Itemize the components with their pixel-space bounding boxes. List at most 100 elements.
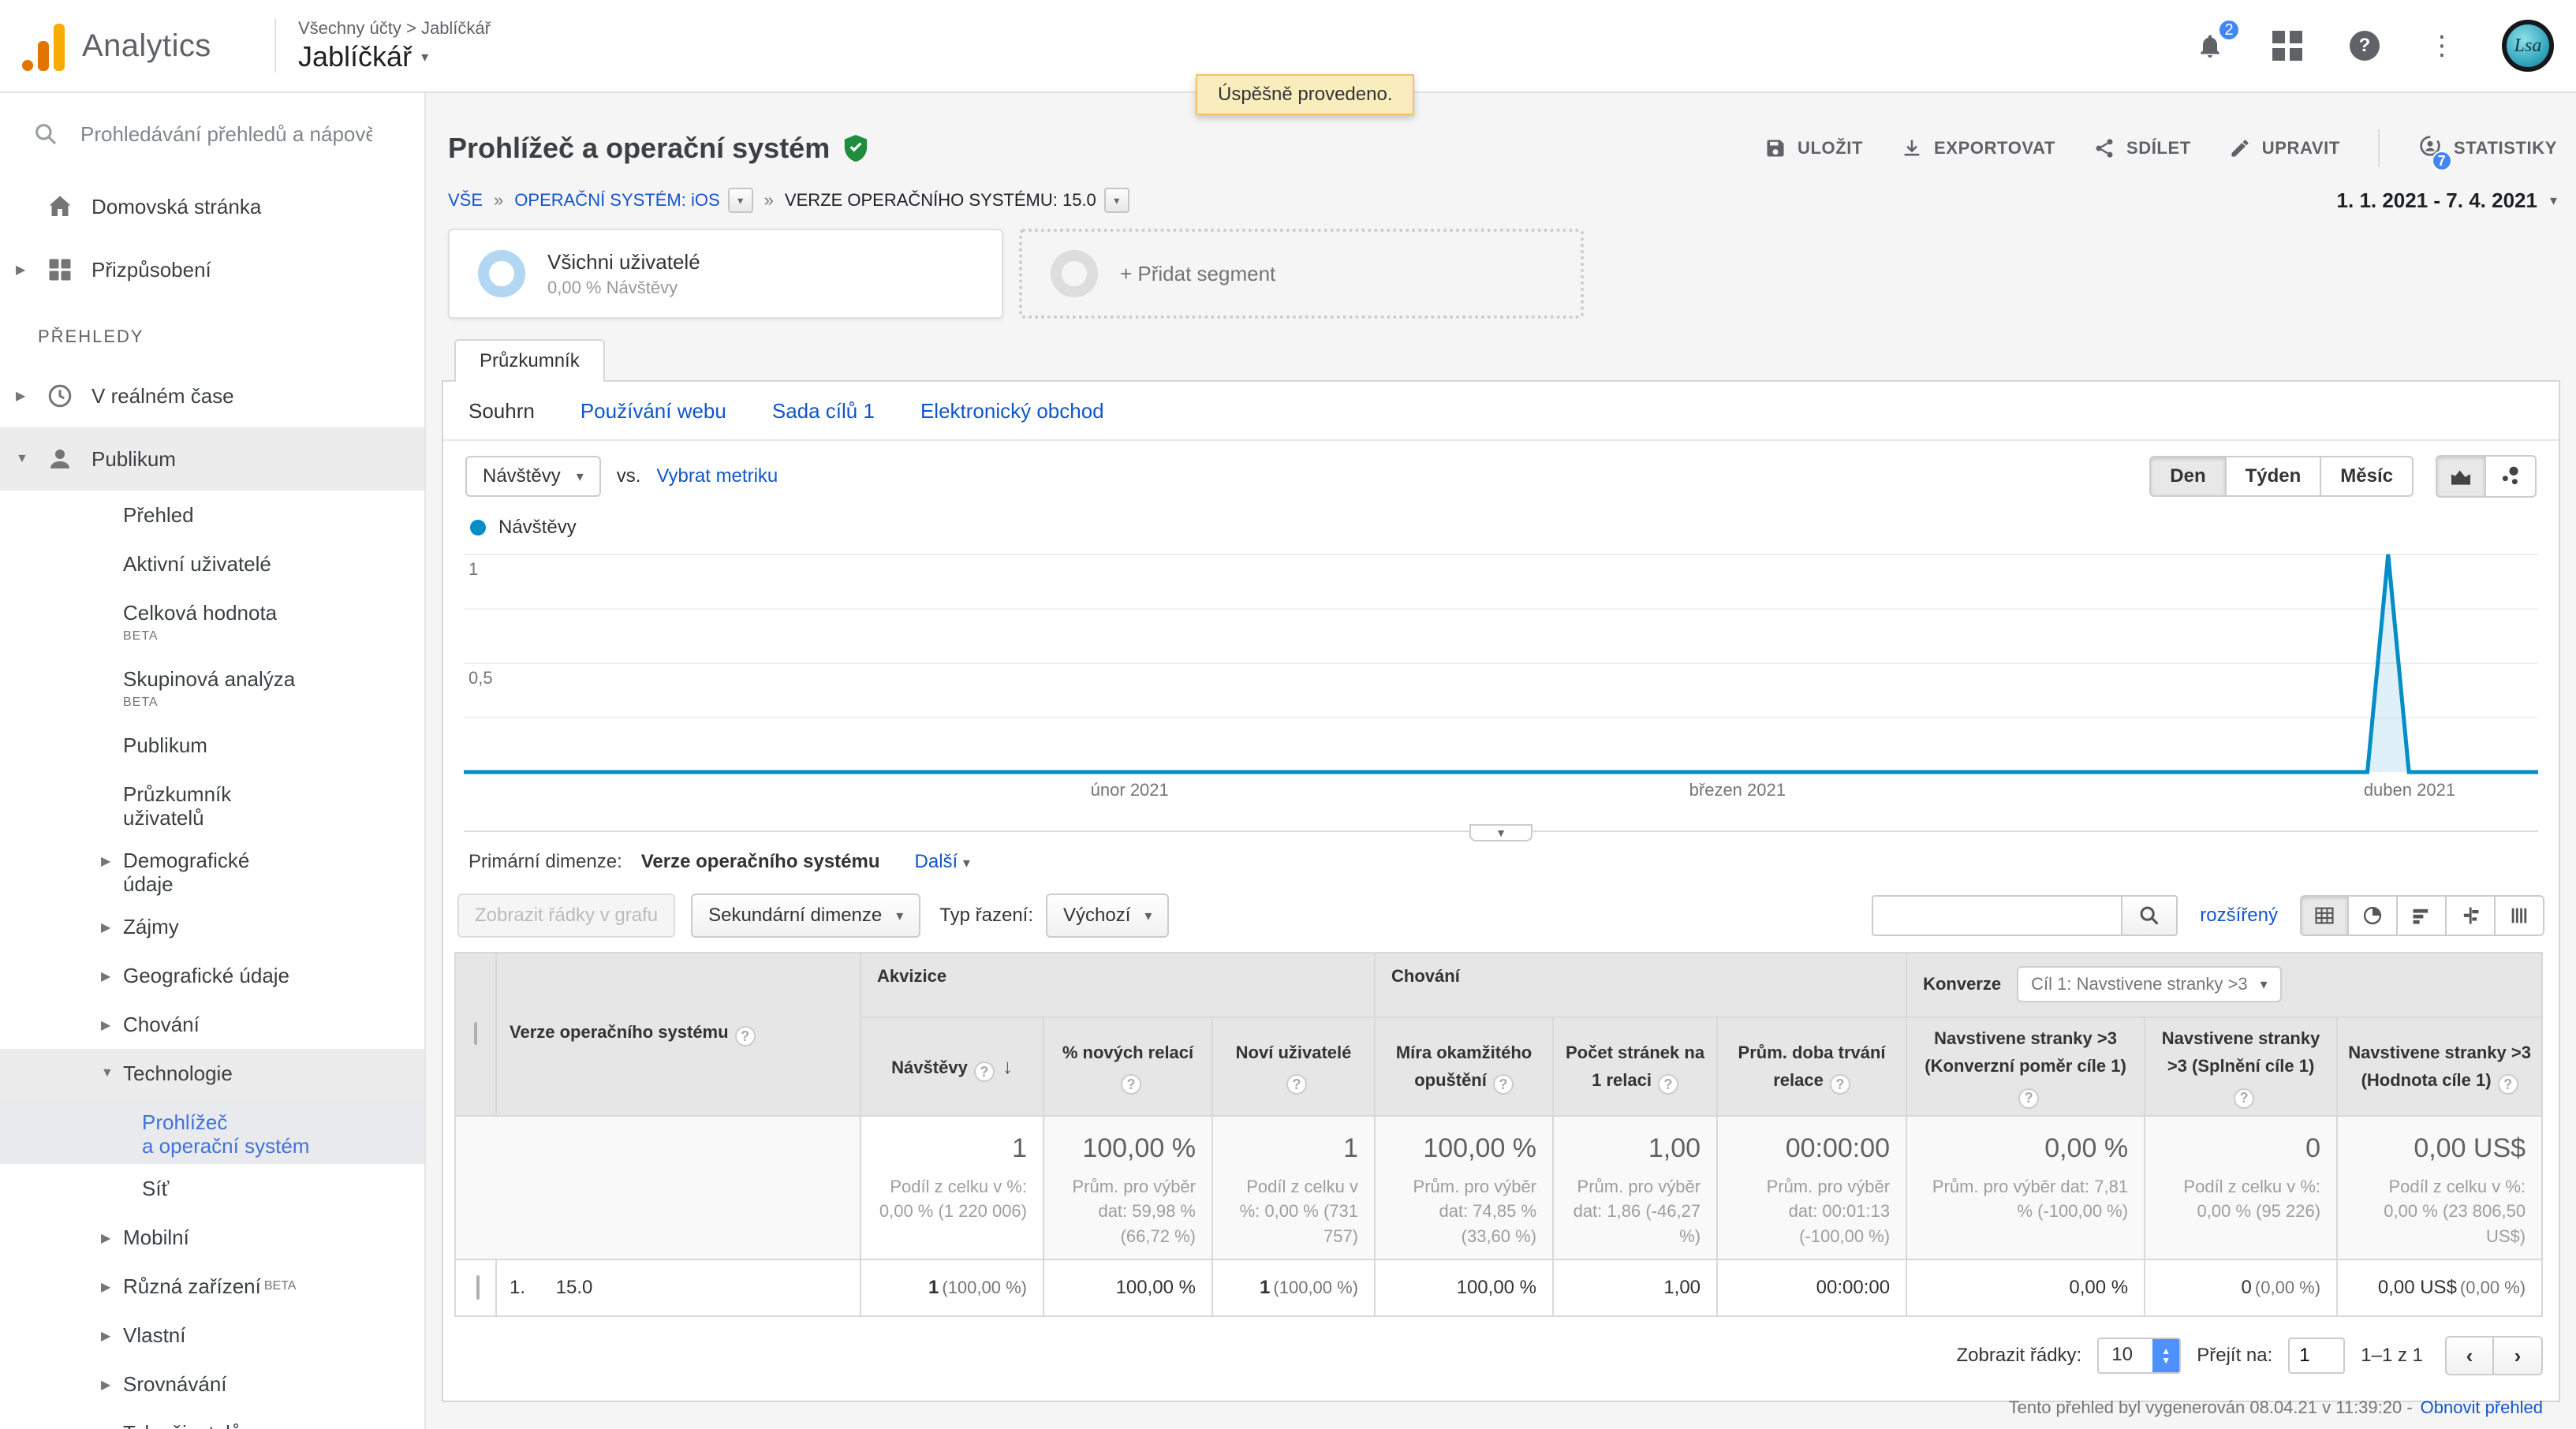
breadcrumb-all-accounts[interactable]: Všechny účty [298, 18, 401, 38]
help-button[interactable]: ? [2347, 28, 2382, 63]
expand-arrow-icon[interactable]: ▶ [101, 920, 110, 935]
sidebar-item-cross-device[interactable]: ▶ Různá zařízeníBETA [0, 1262, 424, 1311]
comparison-view-button[interactable] [2447, 895, 2496, 936]
help-icon[interactable]: ? [2234, 1088, 2254, 1109]
col-header-new-sessions[interactable]: % nových relací? [1043, 1017, 1212, 1116]
data-view-button[interactable] [2300, 895, 2349, 936]
insights-button[interactable]: 7 STATISTIKY [2417, 133, 2557, 163]
drill-os-dropdown[interactable]: ▾ [728, 188, 753, 213]
primary-dimension-value[interactable]: Verze operačního systému [641, 851, 880, 873]
dimension-value[interactable]: 15.0 [556, 1277, 593, 1298]
subtab-ecommerce[interactable]: Elektronický obchod [920, 399, 1104, 423]
sidebar-item-demographics[interactable]: ▶ Demografické údaje [0, 836, 424, 902]
sidebar-item-overview[interactable]: Přehled [0, 491, 424, 539]
refresh-report-link[interactable]: Obnovit přehled [2421, 1397, 2543, 1418]
granularity-month[interactable]: Měsíc [2321, 456, 2414, 497]
help-icon[interactable]: ? [1830, 1074, 1850, 1095]
sidebar-item-cohort-analysis[interactable]: Skupinová analýzaBETA [0, 655, 424, 721]
export-button[interactable]: EXPORTOVAT [1901, 137, 2055, 159]
share-button[interactable]: SDÍLET [2093, 137, 2191, 159]
col-header-visits[interactable]: Návštěvy?↓ [861, 1017, 1043, 1116]
col-header-goal-value[interactable]: Navstivene stranky >3 (Hodnota cíle 1)? [2337, 1017, 2542, 1116]
percentage-view-button[interactable] [2349, 895, 2398, 936]
collapse-arrow-icon[interactable]: ▼ [16, 452, 28, 466]
sort-type-select[interactable]: Výchozí ▾ [1046, 894, 1169, 938]
secondary-dimension-button[interactable]: Sekundární dimenze ▾ [691, 894, 920, 938]
sidebar-item-browser-os[interactable]: Prohlížeč a operační systém [0, 1098, 424, 1164]
expand-arrow-icon[interactable]: ▶ [101, 1279, 110, 1295]
help-icon[interactable]: ? [1286, 1074, 1307, 1095]
drill-os-link[interactable]: OPERAČNÍ SYSTÉM: iOS [514, 190, 719, 211]
help-icon[interactable]: ? [1658, 1074, 1678, 1095]
col-header-bounce-rate[interactable]: Míra okamžitého opuštění? [1375, 1017, 1553, 1116]
sidebar-item-audience[interactable]: ▼ Publikum [0, 427, 424, 491]
subtab-site-usage[interactable]: Používání webu [581, 399, 726, 423]
col-header-avg-duration[interactable]: Prům. doba trvání relace? [1717, 1017, 1906, 1116]
sidebar-item-realtime[interactable]: ▶ V reálném čase [0, 364, 424, 427]
segment-all-users[interactable]: Všichni uživatelé 0,00 % Návštěvy [448, 229, 1003, 319]
subtab-summary[interactable]: Souhrn [469, 399, 535, 423]
help-icon[interactable]: ? [2018, 1088, 2039, 1109]
expand-arrow-icon[interactable]: ▶ [101, 968, 110, 984]
help-icon[interactable]: ? [735, 1026, 756, 1047]
save-button[interactable]: ULOŽIT [1764, 137, 1863, 159]
sidebar-item-customization[interactable]: ▶ Přizpůsobení [0, 238, 424, 301]
tab-explorer[interactable]: Průzkumník [454, 339, 605, 382]
notifications-button[interactable]: 2 [2193, 28, 2227, 63]
expand-arrow-icon[interactable]: ▶ [101, 1328, 110, 1344]
row-checkbox[interactable] [476, 1275, 480, 1300]
expand-arrow-icon[interactable]: ▶ [16, 262, 25, 278]
performance-view-button[interactable] [2398, 895, 2447, 936]
drill-os-version-dropdown[interactable]: ▾ [1104, 188, 1129, 213]
metric-select[interactable]: Návštěvy ▾ [465, 456, 601, 497]
add-segment-button[interactable]: + Přidat segment [1019, 229, 1584, 319]
sidebar-item-home[interactable]: Domovská stránka [0, 175, 424, 238]
sidebar-item-custom[interactable]: ▶ Vlastní [0, 1311, 424, 1360]
prev-page-button[interactable]: ‹ [2445, 1336, 2494, 1375]
logo[interactable]: Analytics [0, 21, 265, 71]
select-metric-link[interactable]: Vybrat metriku [656, 465, 778, 487]
sidebar-item-behavior[interactable]: ▶ Chování [0, 1000, 424, 1049]
chart-expand-toggle[interactable]: ▼ [1469, 824, 1533, 841]
goto-page-input[interactable] [2288, 1338, 2345, 1374]
avatar[interactable]: Lsa [2502, 20, 2554, 72]
sidebar-item-users-flow[interactable]: Tok uživatelů [0, 1408, 424, 1429]
dimension-column-header[interactable]: Verze operačního systému? [496, 953, 861, 1116]
table-search-button[interactable] [2121, 895, 2178, 936]
expand-arrow-icon[interactable]: ▶ [101, 1230, 110, 1246]
sidebar-item-network[interactable]: Síť [0, 1164, 424, 1213]
expand-arrow-icon[interactable]: ▶ [101, 1377, 110, 1393]
table-search-input[interactable] [1872, 895, 2121, 936]
select-all-checkbox[interactable] [474, 1022, 477, 1045]
col-header-new-users[interactable]: Noví uživatelé? [1212, 1017, 1375, 1116]
breadcrumb[interactable]: Všechny účty > Jablíčkář [298, 18, 491, 39]
sidebar-item-geo[interactable]: ▶ Geografické údaje [0, 951, 424, 1000]
visits-chart[interactable]: 1 0,5 únor 2021 březen 2021 duben 2021 [464, 545, 2538, 816]
sidebar-item-user-explorer[interactable]: Průzkumník uživatelů [0, 770, 424, 836]
sidebar-item-active-users[interactable]: Aktivní uživatelé [0, 539, 424, 588]
help-icon[interactable]: ? [974, 1061, 995, 1082]
rows-per-page-select[interactable]: 10 ▲▼ [2097, 1338, 2181, 1374]
collapse-arrow-icon[interactable]: ▼ [101, 1066, 114, 1080]
search-input[interactable] [80, 122, 372, 147]
col-header-pages-session[interactable]: Počet stránek na 1 relaci? [1553, 1017, 1717, 1116]
edit-button[interactable]: UPRAVIT [2229, 137, 2340, 159]
expand-arrow-icon[interactable]: ▶ [16, 388, 25, 404]
granularity-day[interactable]: Den [2149, 456, 2226, 497]
help-icon[interactable]: ? [1493, 1074, 1514, 1095]
sidebar-item-mobile[interactable]: ▶ Mobilní [0, 1213, 424, 1262]
help-icon[interactable]: ? [2498, 1074, 2518, 1095]
breadcrumb-account[interactable]: Jablíčkář [421, 18, 491, 38]
apps-button[interactable] [2270, 28, 2305, 63]
sidebar-item-benchmarking[interactable]: ▶ Srovnávání [0, 1360, 424, 1408]
more-menu-button[interactable]: ⋮ [2425, 28, 2459, 63]
motion-chart-button[interactable] [2486, 455, 2537, 498]
col-header-goal-conv-rate[interactable]: Navstivene stranky >3 (Konverzní poměr c… [1906, 1017, 2145, 1116]
drill-all-link[interactable]: VŠE [448, 190, 483, 211]
more-dimensions-link[interactable]: Další ▾ [915, 851, 970, 873]
subtab-goal-set[interactable]: Sada cílů 1 [772, 399, 875, 423]
sidebar-item-interests[interactable]: ▶ Zájmy [0, 902, 424, 951]
expand-arrow-icon[interactable]: ▶ [101, 1017, 110, 1033]
sidebar-item-audiences[interactable]: Publikum [0, 721, 424, 770]
advanced-filter-link[interactable]: rozšířený [2200, 905, 2278, 927]
